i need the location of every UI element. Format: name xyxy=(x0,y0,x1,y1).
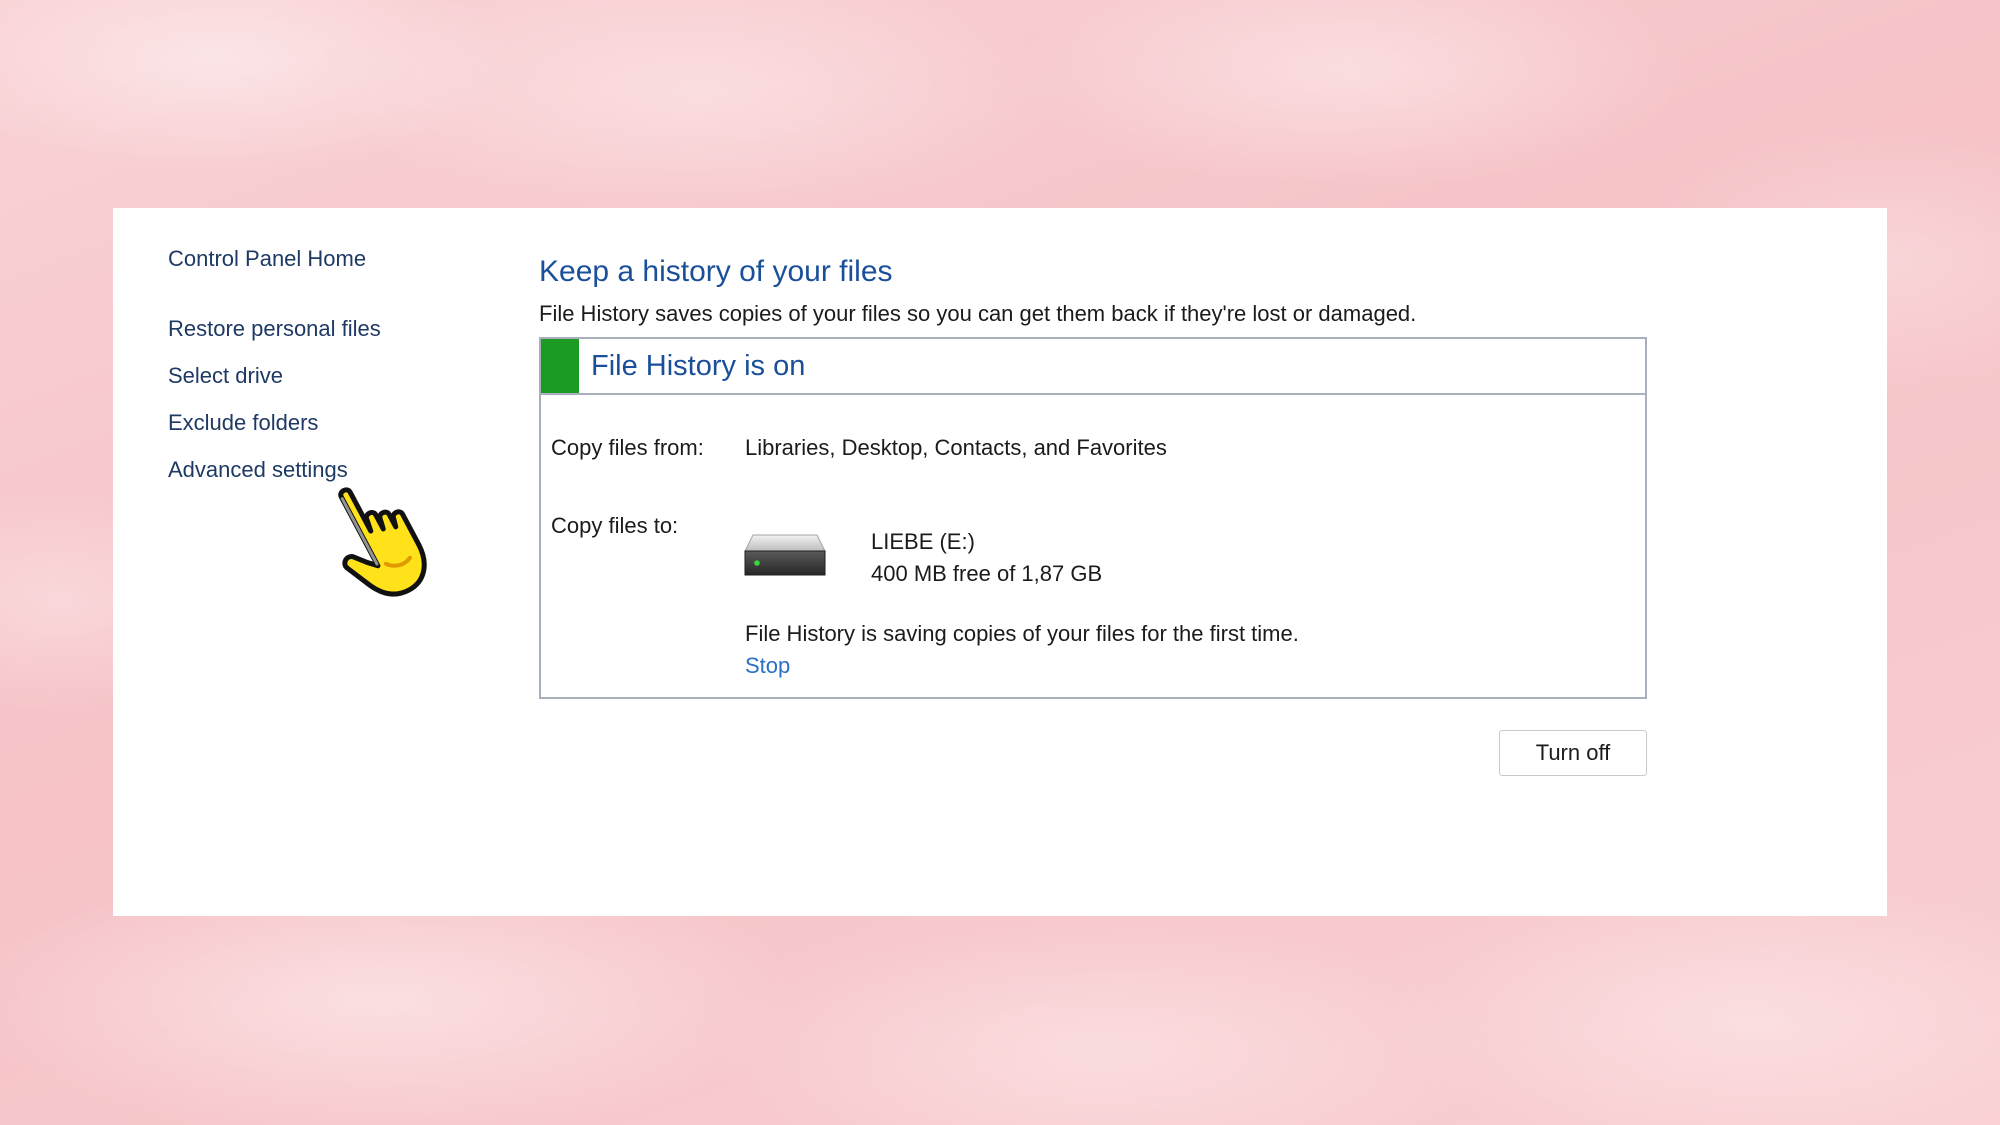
copy-from-value: Libraries, Desktop, Contacts, and Favori… xyxy=(745,435,1167,460)
status-text: File History is on xyxy=(591,349,806,382)
copy-to-label: Copy files to: xyxy=(551,513,679,538)
sidebar-item-restore-personal-files[interactable]: Restore personal files xyxy=(168,314,498,344)
main-content: Keep a history of your files File Histor… xyxy=(539,252,1669,776)
hard-drive-icon xyxy=(744,534,826,576)
backup-progress-message: File History is saving copies of your fi… xyxy=(745,621,1299,646)
status-panel: File History is on Copy files from: Libr… xyxy=(539,337,1647,699)
turn-off-button[interactable]: Turn off xyxy=(1499,730,1647,776)
pointing-hand-cursor-icon xyxy=(338,487,427,597)
drive-free-space: 400 MB free of 1,87 GB xyxy=(871,561,1103,586)
sidebar-item-control-panel-home[interactable]: Control Panel Home xyxy=(168,244,498,274)
stop-link[interactable]: Stop xyxy=(745,653,790,679)
copy-from-label: Copy files from: xyxy=(551,435,704,460)
page-description: File History saves copies of your files … xyxy=(539,301,1417,326)
drive-name: LIEBE (E:) xyxy=(871,529,975,554)
sidebar: Control Panel Home Restore personal file… xyxy=(168,244,498,502)
status-indicator xyxy=(541,339,579,393)
page-title: Keep a history of your files xyxy=(539,255,893,288)
sidebar-item-select-drive[interactable]: Select drive xyxy=(168,361,498,391)
sidebar-item-exclude-folders[interactable]: Exclude folders xyxy=(168,408,498,438)
status-header: File History is on xyxy=(541,339,1645,395)
